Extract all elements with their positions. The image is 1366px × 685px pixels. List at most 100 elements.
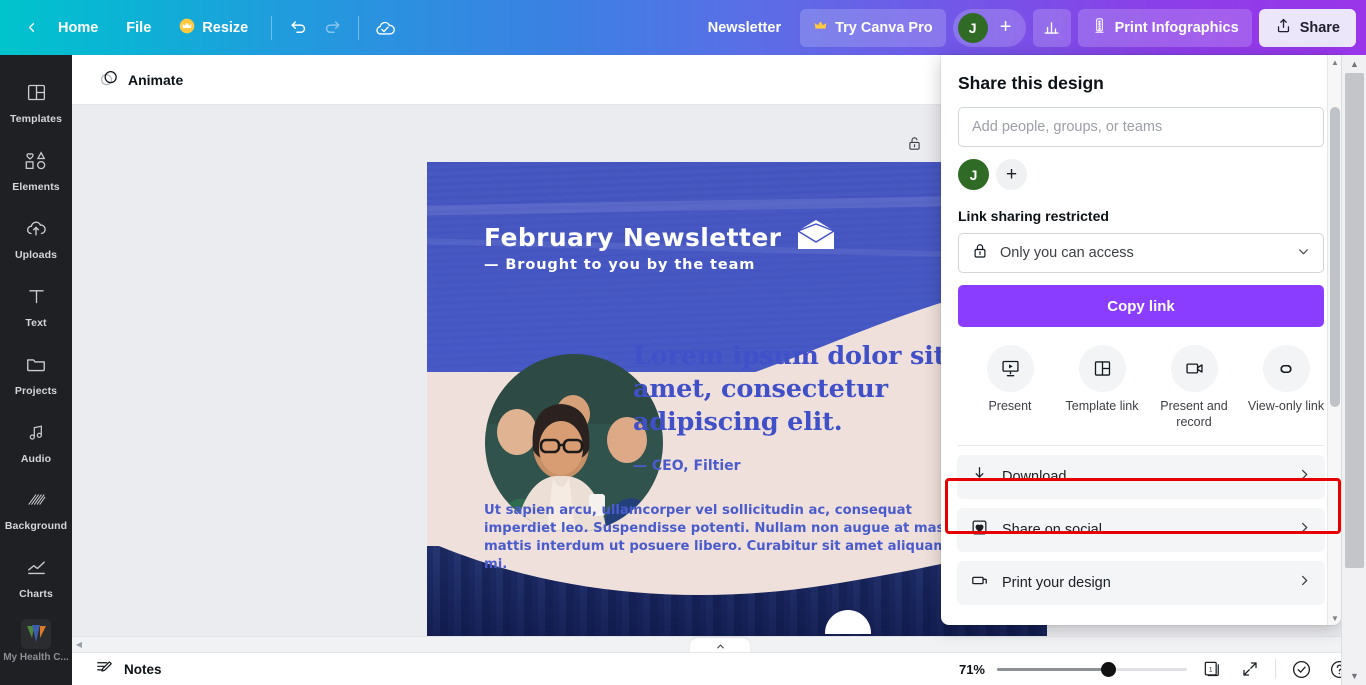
design-attribution[interactable]: — CEO, Filtier [633, 458, 741, 474]
print-infographics-label: Print Infographics [1115, 20, 1239, 36]
scroll-left-arrow-icon[interactable]: ◀ [72, 637, 86, 653]
sidebar-item-text[interactable]: Text [0, 273, 72, 341]
crown-icon [813, 18, 828, 37]
panel-scroll-down-icon[interactable]: ▼ [1328, 611, 1341, 625]
uploads-cloud-icon [25, 217, 47, 244]
template-link-label: Template link [1056, 399, 1148, 415]
check-circle-icon[interactable] [1288, 656, 1314, 682]
design-body-text[interactable]: Ut sapien arcu, ullamcorper vel sollicit… [484, 502, 964, 574]
infographic-icon [1091, 17, 1108, 38]
print-your-design-option-row[interactable]: Print your design [957, 561, 1325, 605]
present-screen-icon [987, 345, 1034, 392]
chevron-right-icon [1297, 520, 1312, 540]
share-label: Share [1300, 20, 1340, 36]
share-panel: Share this design J + Link sharing restr… [941, 55, 1341, 625]
status-divider [1275, 659, 1276, 679]
share-panel-title: Share this design [958, 73, 1324, 94]
resize-button[interactable]: Resize [165, 10, 262, 46]
sidebar-label-uploads: Uploads [15, 249, 57, 261]
zoom-slider-thumb[interactable] [1101, 662, 1116, 677]
design-title: February Newsletter [484, 223, 781, 252]
page-scroll-down-icon[interactable]: ▼ [1342, 667, 1366, 685]
back-chevron-icon[interactable] [18, 15, 44, 41]
share-panel-top: Share this design J + Link sharing restr… [941, 55, 1341, 446]
share-button[interactable]: Share [1259, 9, 1356, 47]
page-vertical-scrollbar[interactable]: ▲ ▼ [1341, 55, 1366, 685]
home-label: Home [58, 20, 98, 36]
plus-icon[interactable]: + [996, 159, 1027, 190]
sidebar-item-projects[interactable]: Projects [0, 341, 72, 409]
page-scroll-up-icon[interactable]: ▲ [1342, 55, 1366, 73]
left-sidebar-rail: Templates Elements Uploads Text Projects [0, 55, 72, 685]
present-and-record-action[interactable]: Present and record [1148, 345, 1240, 431]
sidebar-label-templates: Templates [10, 113, 62, 125]
try-canva-pro-button[interactable]: Try Canva Pro [800, 9, 946, 47]
design-title-block[interactable]: February Newsletter [484, 218, 837, 257]
share-panel-scroll-thumb[interactable] [1330, 107, 1340, 407]
sidebar-item-elements[interactable]: Elements [0, 137, 72, 205]
share-on-social-label: Share on social [1002, 522, 1102, 538]
zoom-level: 71% [959, 662, 985, 677]
notes-button[interactable]: Notes [86, 653, 171, 685]
sidebar-item-uploads[interactable]: Uploads [0, 205, 72, 273]
animate-circles-icon [99, 68, 119, 91]
sidebar-item-audio[interactable]: Audio [0, 409, 72, 477]
text-t-icon [26, 286, 47, 312]
panel-scroll-up-icon[interactable]: ▲ [1328, 55, 1341, 69]
undo-icon[interactable] [281, 11, 315, 45]
cloud-saved-icon[interactable] [368, 11, 402, 45]
invite-people-input[interactable] [958, 107, 1324, 147]
avatar[interactable]: J [958, 159, 989, 190]
canva-editor-window: Home File Resize Newsletter [0, 0, 1366, 685]
sidebar-label-audio: Audio [21, 453, 51, 465]
animate-button[interactable]: Animate [88, 61, 194, 98]
my-health-brand-kit[interactable]: My Health C... [3, 619, 69, 663]
home-button[interactable]: Home [44, 12, 112, 44]
brand-kit-label: My Health C... [3, 652, 69, 663]
document-title[interactable]: Newsletter [696, 12, 793, 44]
header-left-group: Home File Resize [0, 0, 402, 55]
template-link-action[interactable]: Template link [1056, 345, 1148, 431]
zoom-slider[interactable] [997, 662, 1187, 676]
redo-icon[interactable] [315, 11, 349, 45]
page-scroll-thumb[interactable] [1345, 73, 1364, 568]
animate-label: Animate [128, 72, 183, 88]
sidebar-item-background[interactable]: Background [0, 477, 72, 545]
share-panel-scrollbar[interactable]: ▲ ▼ [1327, 55, 1341, 625]
access-level-value: Only you can access [1000, 245, 1134, 261]
expand-arrows-icon[interactable] [1237, 656, 1263, 682]
print-design-icon [970, 571, 989, 595]
chevron-right-icon [1297, 573, 1312, 593]
present-and-record-label: Present and record [1148, 399, 1240, 431]
file-menu-button[interactable]: File [112, 12, 165, 44]
template-link-icon [1079, 345, 1126, 392]
present-label: Present [964, 399, 1056, 415]
print-infographics-button[interactable]: Print Infographics [1078, 9, 1252, 47]
share-on-social-option-row[interactable]: Share on social [957, 508, 1325, 552]
folder-icon [25, 353, 47, 380]
sidebar-item-charts[interactable]: Charts [0, 545, 72, 613]
present-action[interactable]: Present [964, 345, 1056, 431]
unlock-icon[interactable] [898, 127, 930, 159]
copy-link-button[interactable]: Copy link [958, 285, 1324, 327]
access-level-select[interactable]: Only you can access [958, 233, 1324, 273]
try-canva-pro-label: Try Canva Pro [835, 20, 933, 36]
plus-icon[interactable]: + [991, 13, 1021, 43]
avatar[interactable]: J [958, 13, 988, 43]
top-header-bar: Home File Resize Newsletter [0, 0, 1366, 55]
share-quick-actions: Present Template link Present and record [958, 345, 1324, 446]
bar-chart-icon[interactable] [1033, 9, 1071, 47]
page-count-icon[interactable]: 1 [1199, 656, 1225, 682]
design-subtitle[interactable]: — Brought to you by the team [484, 257, 755, 273]
chevron-down-icon [1296, 244, 1311, 263]
sidebar-item-templates[interactable]: Templates [0, 69, 72, 137]
download-option-row[interactable]: Download [957, 455, 1325, 499]
header-divider-1 [271, 16, 272, 40]
share-options-list: Download Share on social Print your desi [941, 446, 1341, 605]
notes-label: Notes [124, 662, 162, 677]
bottom-status-bar: Notes 71% 1 [72, 652, 1366, 685]
crown-icon [179, 18, 195, 38]
sidebar-label-elements: Elements [12, 181, 60, 193]
view-only-link-action[interactable]: View-only link [1240, 345, 1332, 431]
status-right-group: 71% 1 [959, 656, 1352, 682]
